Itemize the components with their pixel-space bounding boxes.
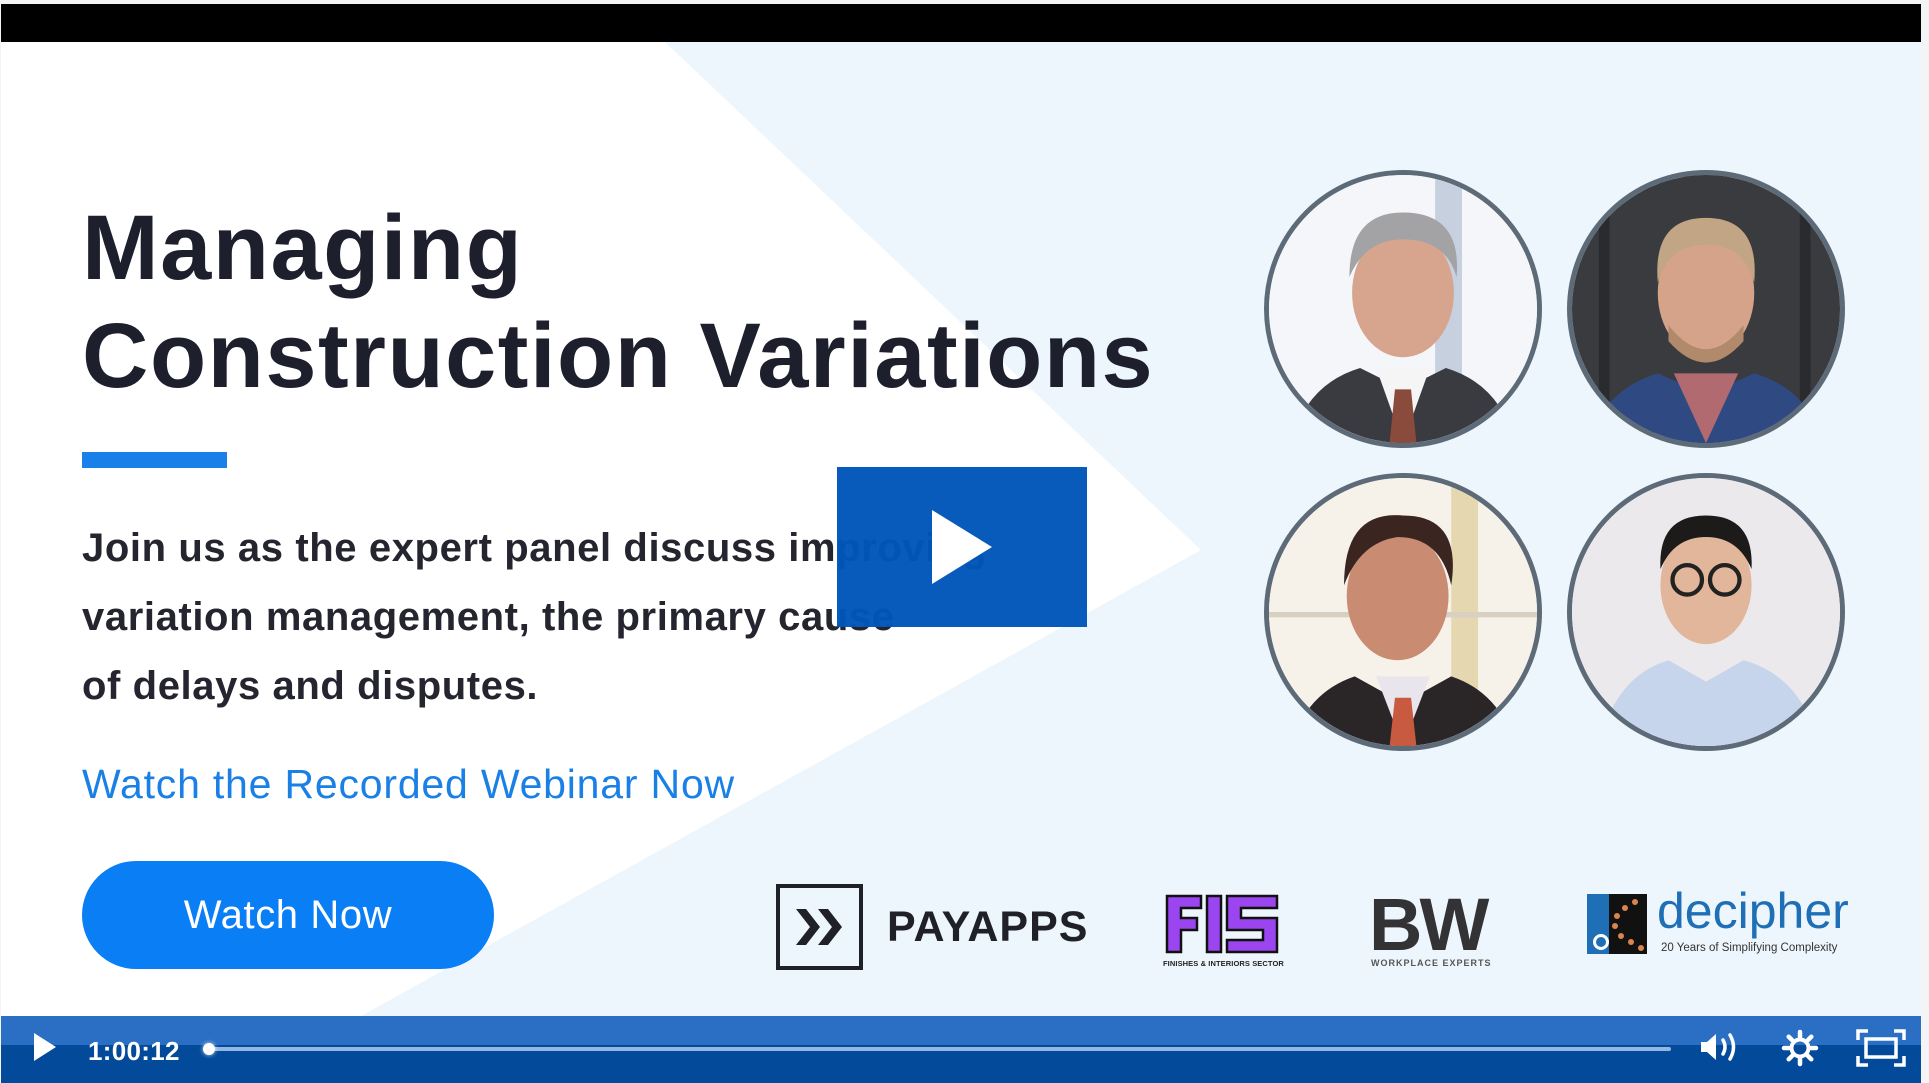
- volume-icon: [1701, 1032, 1736, 1061]
- bw-wordmark: BW: [1369, 883, 1489, 966]
- fullscreen-icon: [1856, 1029, 1906, 1067]
- speaker-portrait-4: [1567, 473, 1845, 751]
- big-play-button[interactable]: [837, 467, 1087, 627]
- fis-logo: FINISHES & INTERIORS SECTOR: [1163, 890, 1284, 968]
- decipher-tagline: 20 Years of Simplifying Complexity: [1661, 942, 1838, 954]
- play-button[interactable]: [29, 1030, 61, 1066]
- bw-logo: BW WORKPLACE EXPERTS: [1369, 883, 1499, 969]
- description-line-3: of delays and disputes.: [82, 664, 539, 708]
- watch-now-button[interactable]: Watch Now: [82, 861, 494, 969]
- progress-track: [209, 1047, 1671, 1051]
- speaker-photo: [1572, 478, 1840, 746]
- video-frame: Managing Construction Variations Join us…: [1, 42, 1921, 1016]
- double-chevron-icon: [795, 909, 842, 945]
- title-line-2: Construction Variations: [82, 305, 1155, 407]
- video-player[interactable]: Managing Construction Variations Join us…: [1, 4, 1921, 1083]
- speaker-photo: [1269, 478, 1537, 746]
- gear-icon: [1781, 1029, 1819, 1067]
- speaker-photo: [1269, 175, 1537, 443]
- current-time: 1:00:12: [88, 1036, 180, 1066]
- progress-handle[interactable]: [203, 1043, 215, 1055]
- fis-subtitle: FINISHES & INTERIORS SECTOR: [1163, 959, 1284, 968]
- accent-divider: [82, 452, 227, 468]
- settings-button[interactable]: [1777, 1028, 1823, 1070]
- payapps-logo: PAYAPPS: [776, 884, 1088, 970]
- payapps-icon-box: [776, 884, 863, 970]
- payapps-wordmark: PAYAPPS: [887, 902, 1089, 951]
- speaker-portrait-3: [1264, 473, 1542, 751]
- player-top-bar: [1, 4, 1921, 42]
- decipher-icon: [1587, 894, 1647, 954]
- player-control-bar: 1:00:12: [1, 1016, 1921, 1083]
- speaker-photo: [1572, 175, 1840, 443]
- watch-recorded-webinar-link[interactable]: Watch the Recorded Webinar Now: [82, 764, 735, 805]
- description-line-2: variation management, the primary cause: [82, 595, 895, 639]
- volume-button[interactable]: [1697, 1028, 1745, 1068]
- title-line-1: Managing: [82, 197, 524, 299]
- fullscreen-button[interactable]: [1853, 1028, 1909, 1070]
- decipher-logo: decipher 20 Years of Simplifying Complex…: [1587, 886, 1857, 958]
- bw-subtitle: WORKPLACE EXPERTS: [1371, 958, 1492, 968]
- play-icon: [932, 510, 992, 584]
- fis-mark: [1165, 894, 1279, 954]
- speaker-portrait-2: [1567, 170, 1845, 448]
- decipher-wordmark: decipher: [1657, 883, 1849, 939]
- play-icon: [34, 1032, 56, 1061]
- progress-bar[interactable]: [201, 1042, 1671, 1056]
- speaker-portrait-1: [1264, 170, 1542, 448]
